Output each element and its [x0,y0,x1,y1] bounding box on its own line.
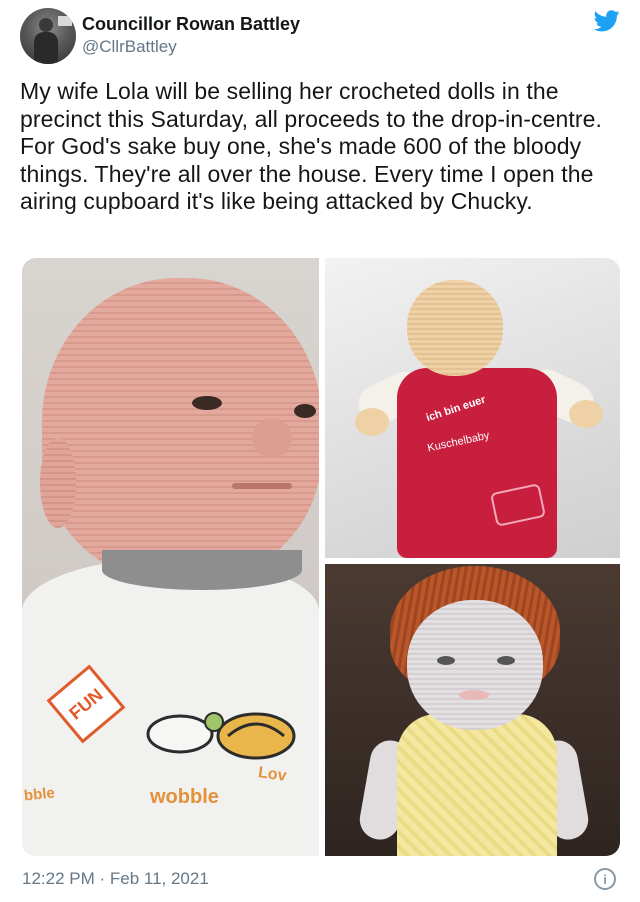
avatar[interactable] [20,8,76,64]
doll-eye [437,656,455,665]
doll-hand [355,408,389,436]
twitter-bird-icon[interactable] [594,10,620,32]
shirt-turtle-illustration [146,712,296,760]
doll-head [407,280,503,376]
doll-mouth [459,690,489,700]
photo-doll-pink[interactable]: FUN bble wobble Lov [22,258,319,856]
tweet-timestamp[interactable]: 12:22 PM · Feb 11, 2021 [22,869,209,889]
doll-eye [192,396,222,410]
doll-dress [397,714,557,856]
doll-mouth [232,483,292,489]
doll-eye [497,656,515,665]
avatar-head [39,18,53,32]
avatar-body [34,32,58,64]
shirt-text: wobble [150,786,219,808]
doll-hand [569,400,603,428]
photo-doll-yellow-dress[interactable] [325,564,620,856]
avatar-sign [58,16,72,26]
doll-nose [252,418,292,458]
tweet-text: My wife Lola will be selling her crochet… [20,78,603,214]
doll-collar [102,550,302,590]
photo-doll-red-outfit[interactable]: ich bin euer Kuschelbaby [325,258,620,558]
author-names: Councillor Rowan Battley @CllrBattley [82,12,300,58]
doll-ear [40,438,76,528]
media-grid: FUN bble wobble Lov ich bin euer Kuschel… [22,258,620,856]
doll-eye [294,404,316,418]
info-icon[interactable]: i [594,868,616,890]
shirt-text: Lov [257,764,288,785]
shirt-text: bble [23,784,56,805]
tweet-header: Councillor Rowan Battley @CllrBattley [20,8,620,66]
doll-head [407,600,543,730]
tweet-card: Councillor Rowan Battley @CllrBattley My… [0,0,640,902]
author-display-name[interactable]: Councillor Rowan Battley [82,12,300,36]
author-handle[interactable]: @CllrBattley [82,36,300,58]
